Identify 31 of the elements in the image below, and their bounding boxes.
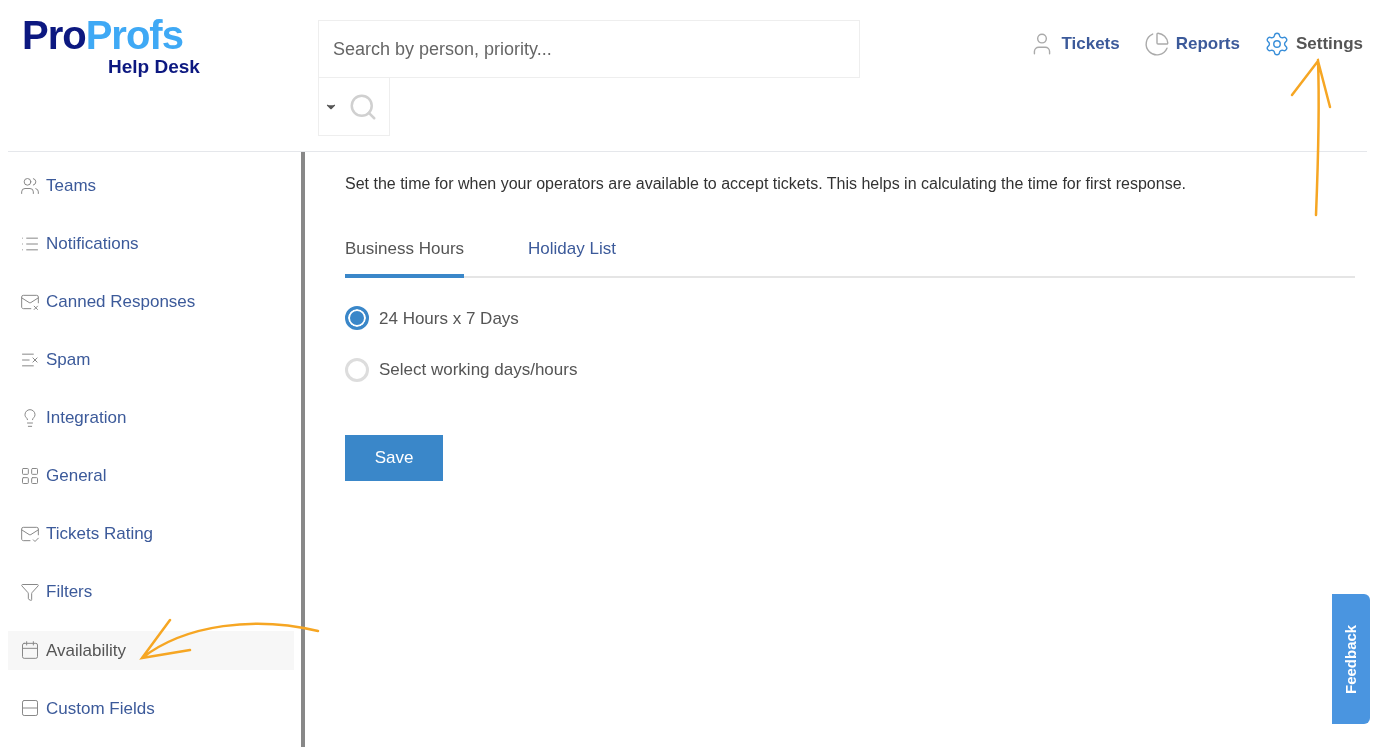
grid-icon — [20, 466, 40, 486]
sidebar-item[interactable]: Filters — [8, 572, 294, 612]
sidebar-item[interactable]: General — [8, 456, 294, 496]
envelope-icon — [20, 524, 40, 545]
nav-link[interactable]: Settings — [1263, 28, 1363, 60]
description-text: Set the time for when your operators are available to accept tickets. This helps in calculating the time for first response. — [345, 174, 1187, 194]
nav-link[interactable]: Reports — [1143, 28, 1240, 60]
filter-icon — [20, 582, 40, 603]
logo-text: Pro — [22, 13, 86, 57]
save-button[interactable]: Save — [345, 434, 443, 481]
radio-label: Select working days/hours — [379, 359, 578, 381]
people-icon — [20, 175, 40, 196]
calendar-icon — [20, 640, 40, 661]
tab[interactable]: Holiday List — [528, 236, 616, 278]
sidebar-item[interactable]: Canned Responses — [8, 282, 294, 322]
sidebar-item[interactable]: Tickets Rating — [8, 514, 294, 554]
sidebar-item[interactable]: Notifications — [8, 224, 294, 264]
tab[interactable]: Business Hours — [345, 236, 465, 278]
radio-button[interactable] — [345, 306, 369, 331]
sidebar-item[interactable]: Integration — [8, 398, 294, 438]
pie-chart-icon — [1143, 31, 1170, 57]
sidebar-item[interactable]: Teams — [8, 166, 294, 206]
nav-link[interactable]: Tickets — [1029, 28, 1120, 60]
logo-subtitle: Help Desk — [108, 56, 200, 78]
radio-label: 24 Hours x 7 Days — [379, 307, 519, 330]
sidebar-item[interactable]: Spam — [8, 340, 294, 380]
rows-icon — [20, 698, 40, 719]
logo-text: Profs — [85, 13, 183, 57]
sidebar-item[interactable]: Custom Fields — [8, 688, 294, 728]
sidebar-item[interactable]: Availability — [8, 630, 294, 670]
search-field[interactable]: Search by person, priority... — [318, 20, 860, 78]
